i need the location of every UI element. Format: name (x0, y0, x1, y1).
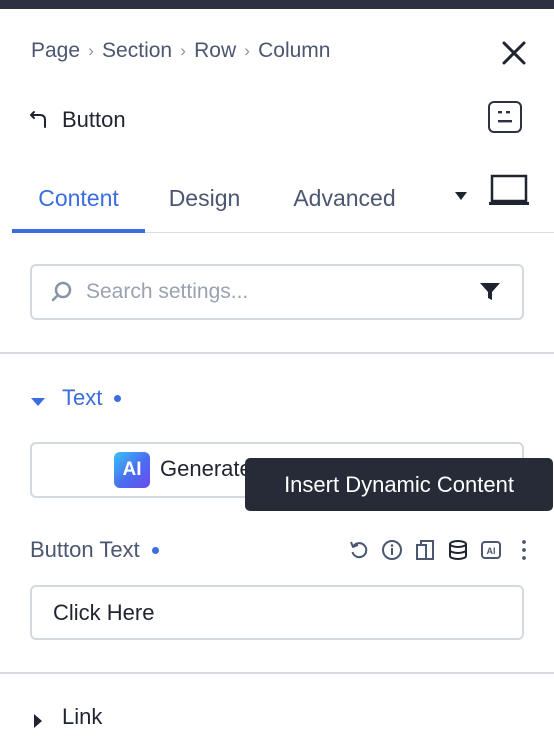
layout-toggle-icon[interactable] (488, 101, 522, 133)
close-icon[interactable] (498, 37, 530, 69)
button-text-label: Button Text (30, 537, 140, 562)
breadcrumb-row[interactable]: Row (194, 39, 236, 63)
tab-bar: Content Design Advanced (12, 165, 554, 233)
caret-down-icon (30, 390, 46, 406)
modified-dot (114, 394, 122, 402)
more-icon[interactable] (511, 537, 537, 563)
section-title: Text (62, 385, 103, 410)
filter-icon[interactable] (478, 280, 502, 304)
breadcrumb-page[interactable]: Page (31, 39, 80, 63)
search-box (30, 264, 524, 320)
caret-right-icon (30, 709, 46, 728)
info-icon[interactable] (379, 537, 405, 563)
breadcrumb-section[interactable]: Section (102, 39, 172, 63)
field-actions: AI (346, 536, 544, 564)
tab-advanced[interactable]: Advanced (272, 165, 417, 232)
back-arrow-icon[interactable] (28, 109, 50, 131)
dynamic-content-icon[interactable] (445, 537, 471, 563)
chevron-right-icon: › (244, 41, 250, 60)
chevron-right-icon: › (180, 41, 186, 60)
svg-text:AI: AI (487, 546, 496, 556)
panel-title-row: Button (28, 104, 126, 136)
ai-icon[interactable]: AI (478, 537, 504, 563)
caret-down-icon[interactable] (448, 183, 474, 209)
tab-content[interactable]: Content (12, 165, 145, 233)
tab-design[interactable]: Design (152, 165, 257, 232)
breadcrumb: Page › Section › Row › Column (31, 37, 330, 65)
modified-dot (151, 546, 159, 554)
section-link-header[interactable]: Link (30, 702, 102, 732)
search-input[interactable] (84, 279, 468, 305)
reset-icon[interactable] (346, 537, 372, 563)
tooltip: Insert Dynamic Content (245, 458, 553, 511)
divider (0, 672, 554, 674)
panel-title: Button (62, 107, 126, 132)
section-text-header[interactable]: Text (30, 383, 122, 413)
ai-logo-icon: AI (114, 452, 150, 488)
search-icon (50, 280, 74, 304)
field-label: Button Text (30, 535, 159, 565)
desktop-device-icon[interactable] (488, 173, 532, 207)
top-bar (0, 0, 554, 9)
chevron-right-icon: › (88, 41, 94, 60)
button-text-input[interactable] (30, 585, 524, 640)
ai-generate-label: Generate (160, 456, 252, 481)
divider (0, 352, 554, 354)
copy-icon[interactable] (412, 537, 438, 563)
breadcrumb-column[interactable]: Column (258, 39, 330, 63)
section-title: Link (62, 704, 103, 729)
